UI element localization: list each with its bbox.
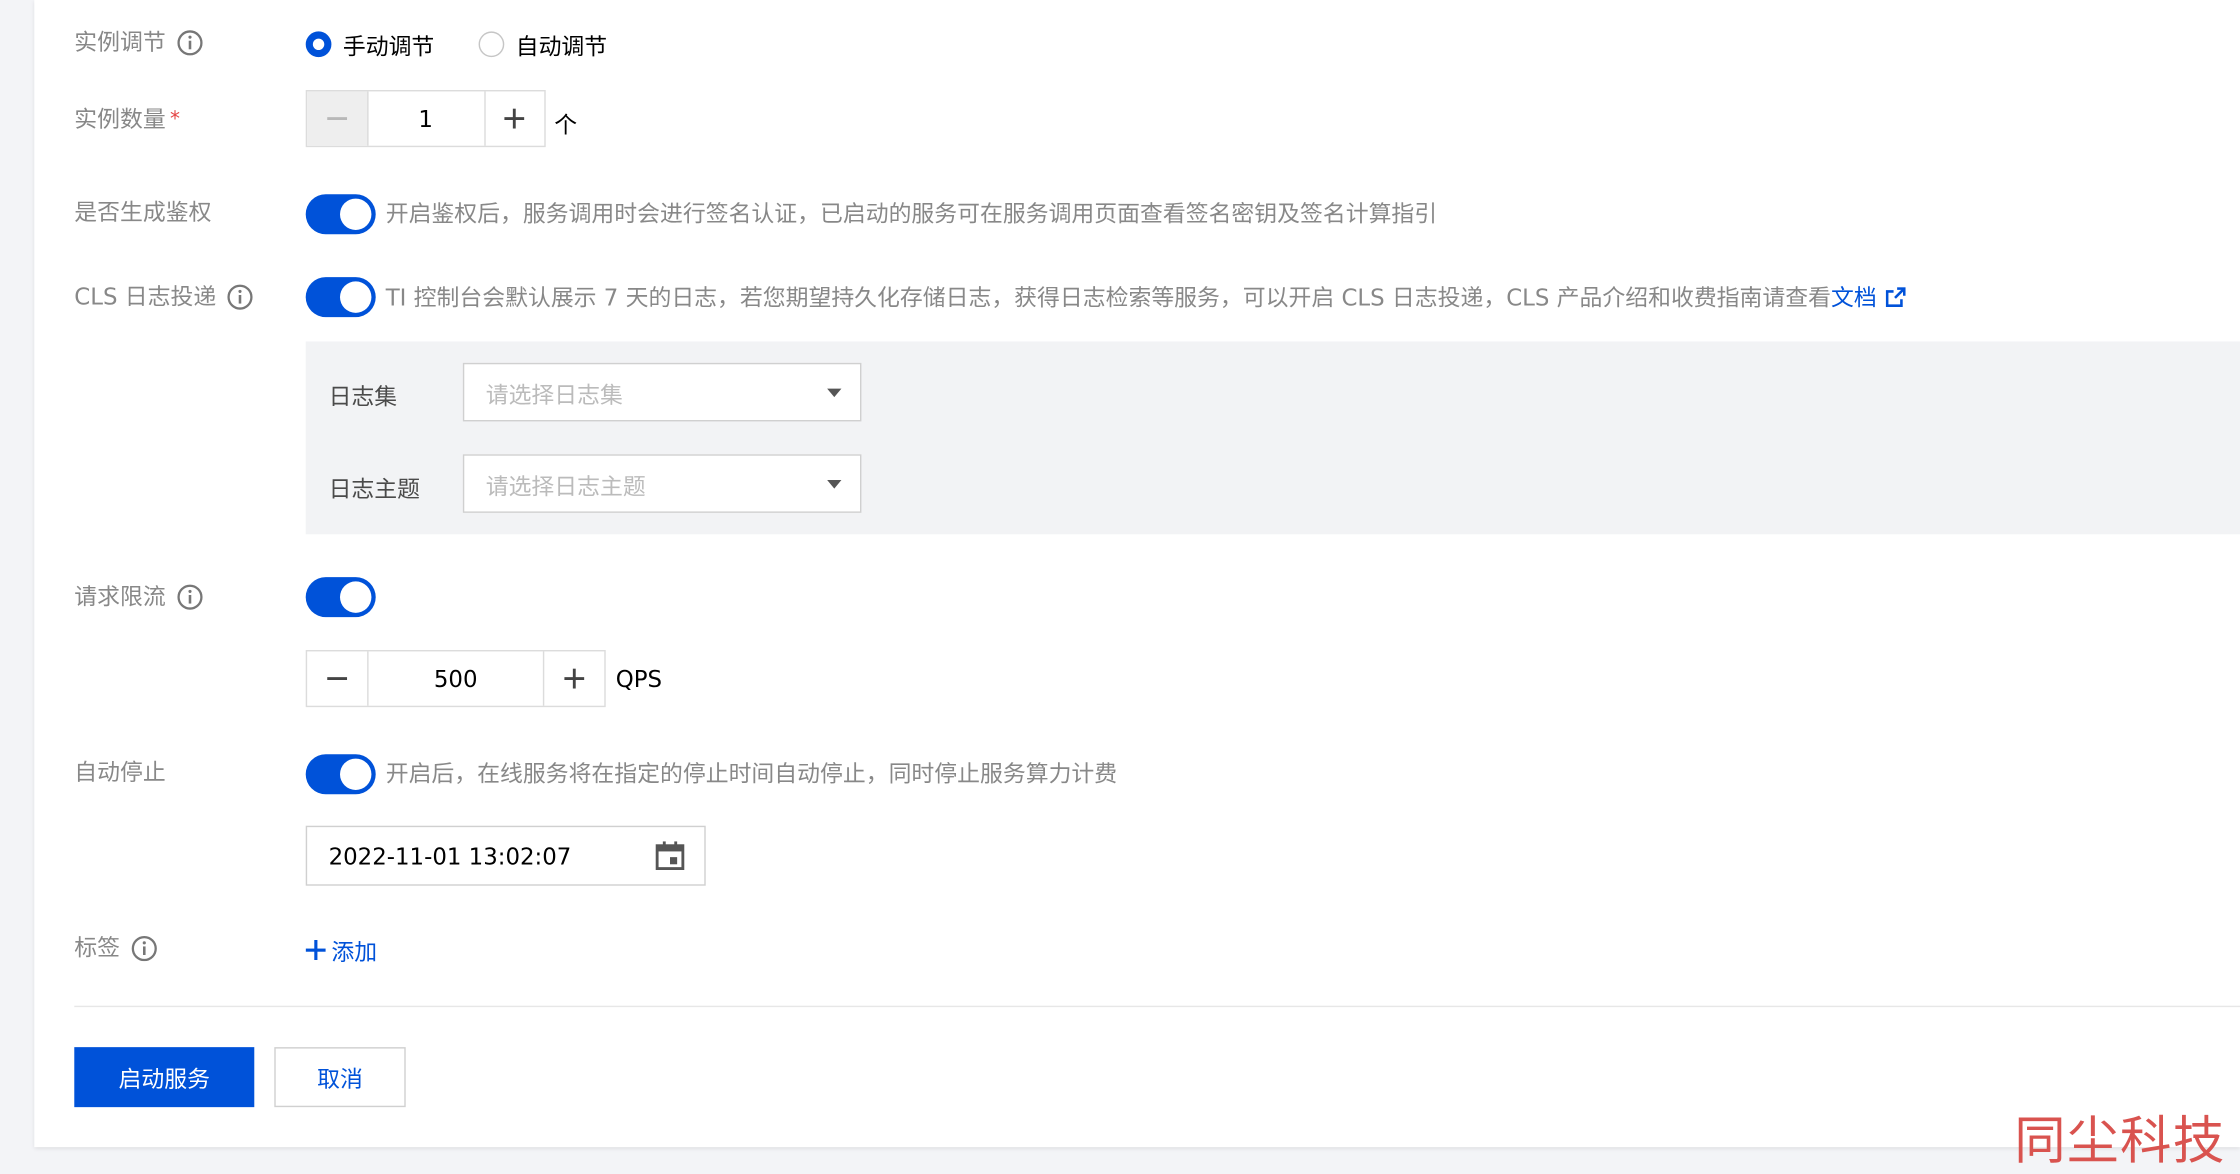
- instance-adjust-label: 实例调节: [74, 29, 203, 58]
- info-icon[interactable]: [177, 584, 203, 610]
- cls-label: CLS 日志投递: [74, 282, 254, 312]
- radio-auto-label: 自动调节: [515, 32, 608, 60]
- logset-label: 日志集: [328, 382, 398, 410]
- instance-count-unit: 个: [554, 111, 578, 139]
- auto-stop-hint: 开启后，在线服务将在指定的停止时间自动停止，同时停止服务算力计费: [385, 759, 1118, 788]
- add-tag-button[interactable]: 添加: [305, 933, 378, 967]
- auth-toggle[interactable]: [305, 194, 376, 235]
- form-panel: [34, 0, 2240, 1148]
- logset-placeholder: 请选择日志集: [485, 380, 623, 408]
- stage: 实例调节 手动调节 自动调节 实例数量 * 1 个 是否生成鉴权 开启鉴权后，服…: [0, 0, 2240, 1171]
- increment-button[interactable]: [483, 91, 545, 146]
- instance-count-label-text: 实例数量: [74, 105, 166, 133]
- plus-icon: [305, 939, 326, 960]
- increment-button[interactable]: [543, 651, 604, 706]
- instance-count-input[interactable]: 1: [368, 91, 484, 145]
- auth-label-text: 是否生成鉴权: [74, 198, 212, 226]
- logset-select[interactable]: 请选择日志集: [462, 362, 862, 422]
- plus-icon: [504, 108, 525, 129]
- calendar-icon[interactable]: [654, 840, 685, 871]
- topic-placeholder: 请选择日志主题: [485, 472, 646, 500]
- info-icon[interactable]: [227, 284, 254, 310]
- auth-label: 是否生成鉴权: [74, 199, 211, 228]
- radio-manual-label: 手动调节: [342, 32, 435, 60]
- radio-auto[interactable]: 自动调节: [478, 27, 608, 61]
- cls-label-text: CLS 日志投递: [74, 282, 217, 310]
- rate-limit-label-text: 请求限流: [74, 582, 166, 610]
- radio-manual-indicator[interactable]: [305, 31, 332, 58]
- minus-icon: [326, 677, 347, 680]
- toggle-knob: [339, 581, 372, 613]
- external-link-icon[interactable]: [1885, 287, 1906, 307]
- auto-stop-toggle[interactable]: [305, 754, 376, 795]
- stop-time-picker[interactable]: 2022-11-01 13:02:07: [305, 825, 706, 886]
- radio-manual[interactable]: 手动调节: [305, 27, 435, 61]
- cls-hint-text: TI 控制台会默认展示 7 天的日志，若您期望持久化存储日志，获得日志检索等服务…: [385, 284, 1831, 312]
- topic-select[interactable]: 请选择日志主题: [462, 454, 862, 513]
- watermark: 同尘科技: [2014, 1112, 2226, 1172]
- rate-limit-toggle[interactable]: [305, 577, 376, 618]
- decrement-button[interactable]: [307, 651, 368, 706]
- toggle-knob: [339, 198, 372, 230]
- radio-auto-indicator[interactable]: [478, 31, 505, 58]
- auth-hint: 开启鉴权后，服务调用时会进行签名认证，已启动的服务可在服务调用页面查看签名密钥及…: [385, 199, 1438, 228]
- instance-count-label: 实例数量 *: [74, 106, 180, 135]
- caret-down-icon: [827, 479, 842, 489]
- auto-stop-label-text: 自动停止: [74, 758, 166, 786]
- info-icon[interactable]: [131, 935, 157, 962]
- add-tag-label: 添加: [331, 938, 378, 966]
- stop-time-value: 2022-11-01 13:02:07: [328, 842, 572, 870]
- toggle-knob: [339, 758, 372, 790]
- tags-label-text: 标签: [74, 934, 121, 962]
- cancel-button[interactable]: 取消: [274, 1047, 406, 1108]
- toggle-knob: [339, 281, 372, 313]
- instance-adjust-label-text: 实例调节: [74, 28, 166, 56]
- qps-unit: QPS: [615, 665, 663, 693]
- plus-icon: [564, 668, 585, 689]
- cls-hint: TI 控制台会默认展示 7 天的日志，若您期望持久化存储日志，获得日志检索等服务…: [386, 284, 1906, 313]
- auto-stop-label: 自动停止: [74, 759, 165, 788]
- qps-stepper: 500: [305, 649, 606, 708]
- required-mark: *: [170, 108, 181, 132]
- footer-divider: [74, 1005, 2240, 1008]
- info-icon[interactable]: [177, 30, 203, 56]
- start-service-button[interactable]: 启动服务: [74, 1047, 255, 1108]
- qps-input[interactable]: 500: [368, 651, 543, 705]
- minus-icon: [326, 117, 347, 120]
- topic-label: 日志主题: [328, 475, 421, 503]
- instance-count-stepper: 1: [305, 89, 546, 148]
- rate-limit-label: 请求限流: [74, 583, 203, 612]
- decrement-button[interactable]: [307, 91, 368, 146]
- caret-down-icon: [827, 388, 842, 398]
- tags-label: 标签: [74, 934, 157, 963]
- docs-link[interactable]: 文档: [1831, 284, 1877, 311]
- cls-toggle[interactable]: [305, 277, 376, 318]
